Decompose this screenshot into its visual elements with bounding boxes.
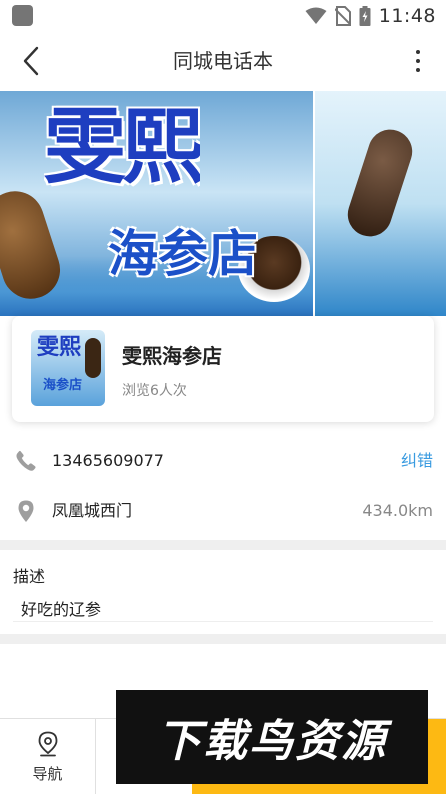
app-bar: 同城电话本 [0, 32, 446, 90]
status-bar: 11:48 [0, 0, 446, 32]
watermark-overlay: 下载鸟资源 [116, 690, 428, 784]
battery-icon [359, 6, 371, 26]
section-divider [0, 540, 446, 550]
phone-row[interactable]: 13465609077 纠错 [0, 436, 446, 486]
distance-text: 434.0km [362, 501, 433, 520]
banner-subtitle: 海参店 [108, 224, 258, 283]
address-row[interactable]: 凤凰城西门 434.0km [0, 486, 446, 536]
navigation-pin-icon [38, 731, 57, 756]
more-dot-icon [416, 68, 420, 72]
shop-logo: 雯熙 海参店 [31, 330, 105, 406]
notification-app-icon [12, 5, 33, 26]
shop-logo-product [85, 338, 101, 378]
shop-card: 雯熙 海参店 雯熙海参店 浏览6人次 [12, 316, 434, 422]
more-options-button[interactable] [408, 44, 428, 78]
page-title: 同城电话本 [173, 49, 273, 73]
wifi-icon [305, 7, 327, 24]
no-sim-icon [334, 6, 351, 26]
address-text: 凤凰城西门 [52, 501, 133, 520]
description-divider [13, 621, 433, 622]
shop-logo-text: 雯熙 [37, 334, 82, 360]
shop-name: 雯熙海参店 [122, 344, 222, 368]
location-pin-icon [18, 500, 34, 522]
banner-title: 雯熙 [44, 99, 201, 195]
phone-icon [16, 450, 36, 471]
navigation-button[interactable]: 导航 [0, 719, 96, 794]
status-indicators: 11:48 [305, 3, 436, 29]
description-text: 好吃的辽参 [21, 600, 102, 619]
section-divider [0, 634, 446, 644]
more-dot-icon [416, 50, 420, 54]
navigation-label: 导航 [32, 764, 63, 783]
watermark-text: 下载鸟资源 [157, 716, 387, 767]
shop-view-count: 浏览6人次 [122, 383, 187, 399]
report-error-link[interactable]: 纠错 [401, 436, 433, 486]
back-button[interactable] [14, 44, 48, 78]
status-time: 11:48 [378, 5, 436, 27]
back-arrow-icon [23, 46, 39, 76]
description-title: 描述 [13, 567, 46, 586]
phone-number[interactable]: 13465609077 [52, 436, 164, 486]
more-dot-icon [416, 59, 420, 63]
shop-logo-subtext: 海参店 [43, 378, 83, 393]
